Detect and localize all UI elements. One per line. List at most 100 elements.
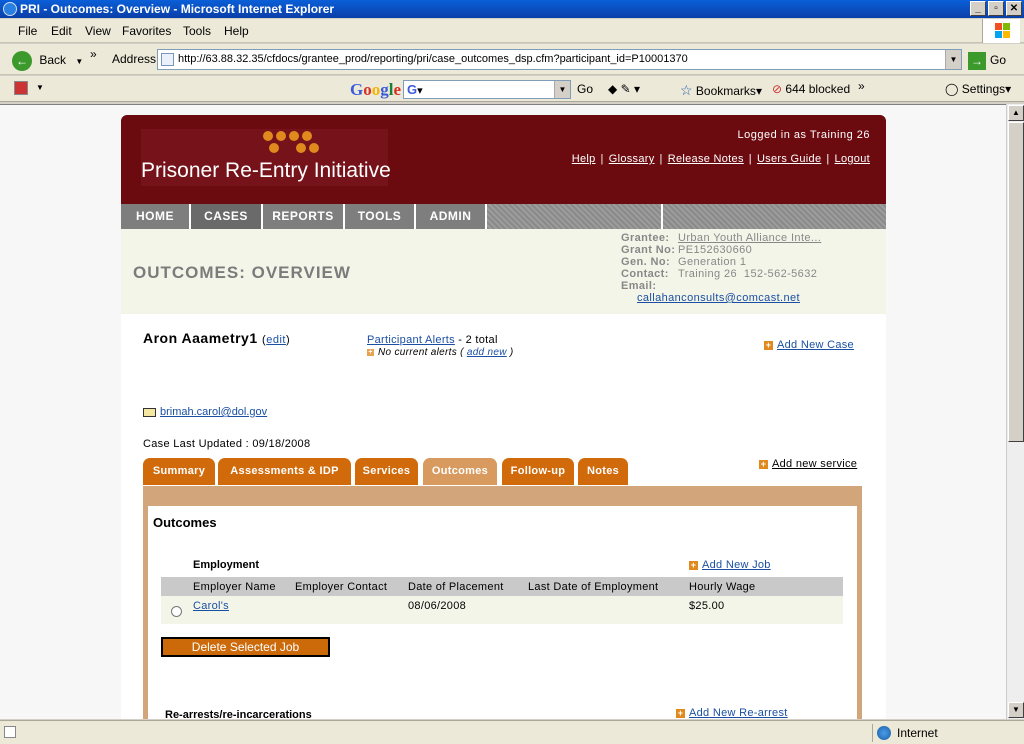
employment-title: Employment xyxy=(193,559,260,571)
menu-tools[interactable]: Tools xyxy=(183,24,211,38)
google-logo: Google xyxy=(350,80,402,99)
plus-icon: + xyxy=(367,348,374,356)
help-link[interactable]: Help xyxy=(572,153,596,165)
address-dropdown-icon[interactable]: ▼ xyxy=(945,50,961,69)
edit-participant-link[interactable]: edit xyxy=(266,334,286,346)
plus-icon: + xyxy=(676,707,685,718)
scroll-thumb[interactable] xyxy=(1008,122,1024,442)
glossary-link[interactable]: Glossary xyxy=(609,153,655,165)
google-tools-icons[interactable]: ◆ ✎ ▾ xyxy=(608,82,640,96)
zone-label: Internet xyxy=(897,726,938,740)
gen-no-label: Gen. No: xyxy=(621,256,671,268)
google-chevron-icon[interactable]: » xyxy=(858,79,865,93)
settings-button[interactable]: ◯ Settings▾ xyxy=(945,82,1011,96)
popup-blocker-button[interactable]: ⊘ 644 blocked xyxy=(772,82,850,96)
vertical-scrollbar[interactable]: ▲ ▼ xyxy=(1006,104,1024,719)
page-icon xyxy=(161,53,174,66)
contact: Training 26 152-562-5632 xyxy=(678,268,818,280)
email-label: Email: xyxy=(621,280,657,292)
release-notes-link[interactable]: Release Notes xyxy=(668,153,744,165)
site-header: Prisoner Re-Entry Initiative Logged in a… xyxy=(121,115,886,204)
page-status-icon xyxy=(4,726,16,738)
placement-date: 08/06/2008 xyxy=(408,600,467,612)
tab-outcomes[interactable]: Outcomes xyxy=(423,458,497,485)
close-button[interactable]: ✕ xyxy=(1006,1,1022,16)
tab-summary[interactable]: Summary xyxy=(143,458,215,485)
bookmarks-button[interactable]: ☆ Bookmarks▾ xyxy=(680,82,762,99)
col-employer-name: Employer Name xyxy=(193,581,276,593)
bookmarks-label: Bookmarks xyxy=(695,84,756,98)
tab-services[interactable]: Services xyxy=(355,458,418,485)
menu-file[interactable]: File xyxy=(18,24,37,38)
logged-in-text: Logged in as Training 26 xyxy=(737,129,870,141)
edit-paren-close: ) xyxy=(285,334,291,346)
toolbar-chevron-icon[interactable]: » xyxy=(90,47,97,61)
no-alerts-text: No current alerts ( xyxy=(378,347,464,358)
google-go-button[interactable]: Go xyxy=(577,82,593,96)
logo-text: Prisoner Re-Entry Initiative xyxy=(141,159,391,182)
google-search-dropdown-icon[interactable]: ▼ xyxy=(554,81,570,98)
add-new-rearrest-link[interactable]: Add New Re-arrest xyxy=(689,707,788,719)
settings-label: Settings xyxy=(961,82,1006,96)
menu-view[interactable]: View xyxy=(85,24,111,38)
table-row: Carol's 08/06/2008 $25.00 xyxy=(161,596,843,624)
contact-email-link[interactable]: callahanconsults@comcast.net xyxy=(637,292,800,304)
menu-edit[interactable]: Edit xyxy=(51,24,72,38)
row-select-radio[interactable] xyxy=(171,606,182,617)
employer-link[interactable]: Carol's xyxy=(193,600,229,612)
contact-label: Contact: xyxy=(621,268,669,280)
alerts-total: - 2 total xyxy=(458,334,498,346)
add-new-rearrest[interactable]: + Add New Re-arrest xyxy=(676,707,788,719)
participant-email-link[interactable]: brimah.carol@dol.gov xyxy=(160,406,267,418)
add-new-case[interactable]: + Add New Case xyxy=(764,339,854,351)
users-guide-link[interactable]: Users Guide xyxy=(757,153,821,165)
tab-follow-up[interactable]: Follow-up xyxy=(502,458,574,485)
add-new-service-link[interactable]: Add new service xyxy=(772,458,857,470)
col-hourly-wage: Hourly Wage xyxy=(689,581,756,593)
maximize-button[interactable]: ▫ xyxy=(988,1,1004,16)
grantee-label: Grantee: xyxy=(621,232,670,244)
nav-cases[interactable]: CASES xyxy=(191,204,263,229)
scroll-down-icon[interactable]: ▼ xyxy=(1008,702,1024,718)
grantee-link[interactable]: Urban Youth Alliance Inte... xyxy=(678,232,821,244)
logout-link[interactable]: Logout xyxy=(835,153,870,165)
address-input[interactable]: http://63.88.32.35/cfdocs/grantee_prod/r… xyxy=(157,49,962,70)
pdf-icon[interactable] xyxy=(14,81,28,95)
google-g-icon: G xyxy=(407,82,418,97)
add-new-job[interactable]: + Add New Job xyxy=(689,559,771,571)
rearrests-title: Re-arrests/re-incarcerations xyxy=(165,709,312,719)
browser-viewport: Prisoner Re-Entry Initiative Logged in a… xyxy=(0,104,1006,719)
address-label: Address xyxy=(112,52,157,66)
menu-help[interactable]: Help xyxy=(224,24,249,38)
back-arrow-icon: ← xyxy=(12,50,32,71)
info-bar: OUTCOMES: OVERVIEW Grantee: Urban Youth A… xyxy=(121,229,886,314)
address-url: http://63.88.32.35/cfdocs/grantee_prod/r… xyxy=(178,53,688,65)
header-links: Help | Glossary | Release Notes | Users Guide |… xyxy=(571,153,870,165)
scroll-up-icon[interactable]: ▲ xyxy=(1008,105,1024,121)
participant-alerts-link[interactable]: Participant Alerts xyxy=(367,334,455,346)
menu-favorites[interactable]: Favorites xyxy=(122,24,171,38)
nav-reports[interactable]: REPORTS xyxy=(263,204,345,229)
minimize-button[interactable]: _ xyxy=(970,1,986,16)
back-button[interactable]: ← Back ▼ xyxy=(12,49,92,71)
nav-tools[interactable]: TOOLS xyxy=(345,204,416,229)
main-content: Aron Aaametry1 (edit) Participant Alerts… xyxy=(121,314,886,719)
go-button[interactable]: → Go xyxy=(968,49,1018,71)
nav-home[interactable]: HOME xyxy=(121,204,191,229)
google-search-input[interactable]: G▾ ▼ xyxy=(403,80,571,99)
back-dropdown-icon[interactable]: ▼ xyxy=(75,57,83,66)
pdf-dropdown-icon[interactable]: ▼ xyxy=(36,83,44,92)
address-toolbar: ← Back ▼ » Address http://63.88.32.35/cf… xyxy=(0,44,1024,75)
tab-notes[interactable]: Notes xyxy=(578,458,628,485)
add-new-job-link[interactable]: Add New Job xyxy=(702,559,771,571)
ie-logo-icon xyxy=(3,2,17,16)
tab-assessments-idp[interactable]: Assessments & IDP xyxy=(218,458,351,485)
add-new-service[interactable]: + Add new service xyxy=(759,458,857,470)
pri-page: Prisoner Re-Entry Initiative Logged in a… xyxy=(121,115,886,719)
add-new-case-link[interactable]: Add New Case xyxy=(777,339,854,351)
delete-selected-job-button[interactable]: Delete Selected Job xyxy=(161,637,330,657)
add-alert-link[interactable]: add new xyxy=(467,347,507,358)
participant-name: Aron Aaametry1 (edit) xyxy=(143,330,290,346)
outcomes-panel-body: Outcomes Employment + Add New Job Employe… xyxy=(148,506,857,719)
nav-admin[interactable]: ADMIN xyxy=(416,204,487,229)
